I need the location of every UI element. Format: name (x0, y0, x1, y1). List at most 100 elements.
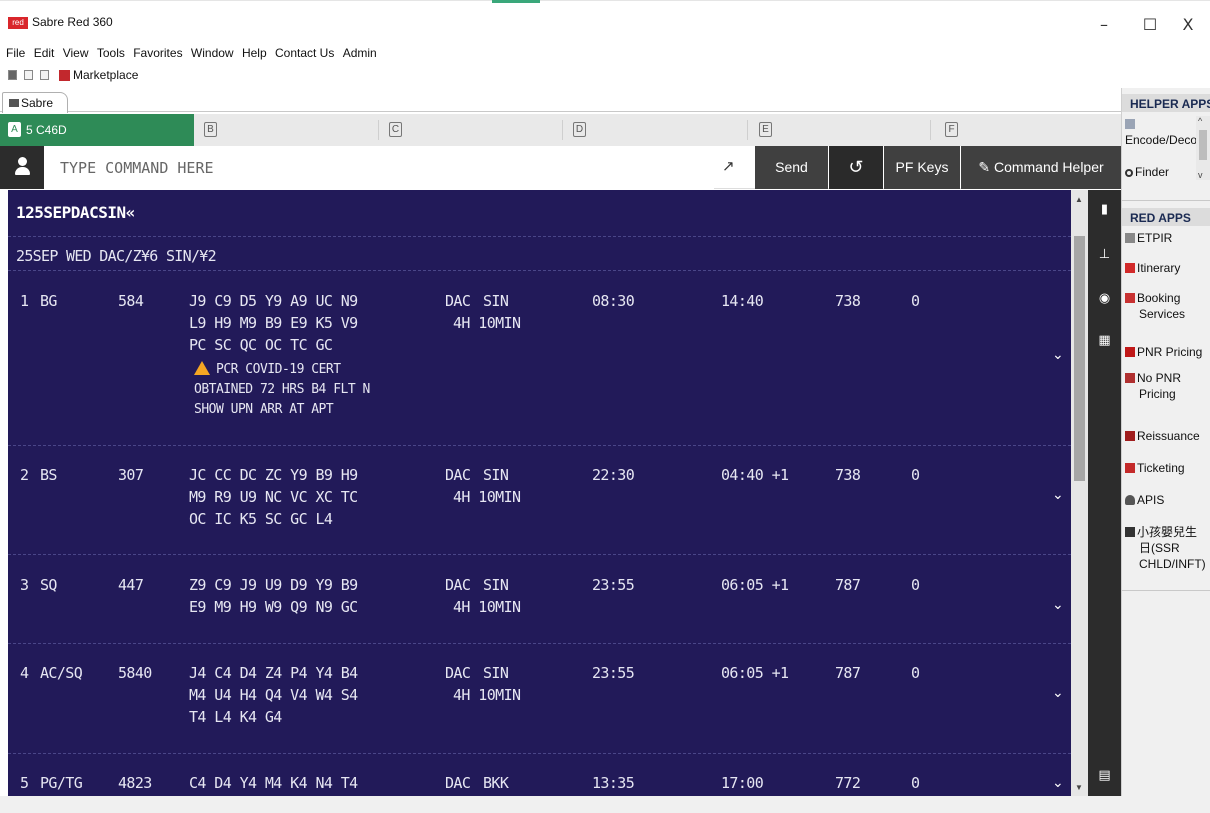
paste-icon[interactable] (40, 70, 49, 80)
window-title: Sabre Red 360 (32, 15, 113, 29)
menu-edit[interactable]: Edit (34, 46, 55, 60)
red-app-apis[interactable]: APIS (1125, 492, 1205, 508)
response-screen[interactable]: 125SEPDACSIN« 25SEP WED DAC/Z¥6 SIN/¥2 1… (8, 190, 1071, 796)
red-app-label: ETPIR (1137, 231, 1173, 245)
briefcase-icon[interactable]: ▮ (1097, 202, 1112, 217)
red-app-reissuance[interactable]: Reissuance (1125, 428, 1205, 444)
tool-rail: ▮ ⊥ ◉ ▦ ▤ (1088, 190, 1121, 796)
red-app-no-pnr-pricing[interactable]: No PNR Pricing (1125, 370, 1205, 402)
expand-chevron-icon[interactable]: ⌄ (1052, 348, 1066, 362)
id-card-icon[interactable]: ▤ (1097, 768, 1112, 783)
expand-chevron-icon[interactable]: ⌄ (1052, 686, 1066, 700)
red-app-itinerary[interactable]: Itinerary (1125, 260, 1205, 276)
menu-help[interactable]: Help (242, 46, 267, 60)
origin: DAC (445, 292, 471, 310)
pin-icon[interactable]: ⊥ (1097, 247, 1112, 262)
screen-scrollbar[interactable]: ▲ ▼ (1071, 190, 1088, 796)
helper-apps-scrollbar[interactable]: ^ v (1196, 116, 1210, 180)
red-app-etpir[interactable]: ETPIR (1125, 230, 1205, 246)
airline-code: BS (40, 466, 57, 484)
scroll-down-arrow-icon[interactable]: v (1198, 170, 1203, 180)
red-app-pnr-pricing[interactable]: PNR Pricing (1125, 344, 1205, 360)
departure-time: 13:35 (592, 774, 635, 792)
origin: DAC (445, 466, 471, 484)
line-number: 2 (20, 466, 29, 484)
destination: SIN (483, 664, 509, 682)
menu-view[interactable]: View (63, 46, 89, 60)
send-button[interactable]: Send (755, 146, 828, 189)
marketplace-link[interactable]: Marketplace (73, 68, 138, 82)
grid-icon[interactable]: ▦ (1097, 333, 1112, 348)
booking-classes: JC CC DC ZC Y9 B9 H9 (189, 466, 358, 484)
print-icon[interactable] (8, 70, 17, 80)
work-area-tab-d[interactable]: D (563, 114, 747, 146)
red-app-child-infant-birthday[interactable]: 小孩嬰兒生日(SSR CHLD/INFT) (1125, 524, 1206, 572)
user-profile-button[interactable] (0, 146, 44, 189)
red-app-ticketing[interactable]: Ticketing (1125, 460, 1205, 476)
minimize-button[interactable]: – (1081, 10, 1127, 40)
no-pnr-pricing-icon (1125, 373, 1135, 383)
helper-app-encode-decode[interactable]: Encode/Decode (1125, 116, 1210, 148)
marketplace-icon[interactable] (59, 70, 70, 81)
duration: 4H 10MIN (453, 488, 521, 506)
booking-services-icon (1125, 293, 1135, 303)
command-input[interactable] (44, 146, 714, 189)
flight-number: 4823 (118, 774, 152, 792)
scrollbar-thumb[interactable] (1074, 236, 1085, 481)
apps-panel: HELPER APPS Encode/Decode Finder ^ v RED… (1121, 88, 1210, 796)
close-button[interactable]: X (1165, 10, 1210, 40)
tab-strip: Sabre (0, 88, 1121, 113)
notice-line: SHOW UPN ARR AT APT (194, 402, 334, 417)
helper-app-finder[interactable]: Finder (1125, 164, 1205, 180)
status-bar (0, 796, 1210, 813)
person-icon (1125, 495, 1135, 505)
user-icon-body (15, 167, 30, 175)
menu-window[interactable]: Window (191, 46, 234, 60)
row-divider (8, 753, 1071, 754)
expand-chevron-icon[interactable]: ⌄ (1052, 488, 1066, 502)
menu-bar: File Edit View Tools Favorites Window He… (0, 46, 600, 64)
scrollbar-thumb[interactable] (1199, 130, 1207, 160)
booking-classes: OC IC K5 SC GC L4 (189, 510, 333, 528)
menu-tools[interactable]: Tools (97, 46, 125, 60)
top-accent (492, 0, 540, 3)
stops: 0 (911, 466, 920, 484)
pf-keys-button[interactable]: PF Keys (884, 146, 960, 189)
ticketing-icon (1125, 463, 1135, 473)
work-area-tab-f[interactable]: F (931, 114, 1121, 146)
expand-chevron-icon[interactable]: ⌄ (1052, 776, 1066, 790)
play-circle-icon[interactable]: ◉ (1097, 291, 1112, 306)
copy-icon[interactable] (24, 70, 33, 80)
work-area-tab-c[interactable]: C (379, 114, 562, 146)
red-app-label: PNR Pricing (1137, 345, 1203, 359)
popout-icon[interactable]: ↗ (722, 159, 738, 175)
scroll-up-arrow-icon[interactable]: ^ (1198, 116, 1202, 126)
menu-contact-us[interactable]: Contact Us (275, 46, 334, 60)
equipment: 787 (835, 576, 861, 594)
booking-classes: M9 R9 U9 NC VC XC TC (189, 488, 358, 506)
tab-sabre[interactable]: Sabre (2, 92, 68, 113)
equipment: 738 (835, 466, 861, 484)
line-number: 4 (20, 664, 29, 682)
work-area-tab-a[interactable]: A 5 C46D (0, 114, 194, 146)
booking-classes: T4 L4 K4 G4 (189, 708, 282, 726)
scroll-down-arrow-icon[interactable]: ▼ (1075, 783, 1083, 792)
etpir-icon (1125, 233, 1135, 243)
menu-admin[interactable]: Admin (343, 46, 377, 60)
work-area-letter: D (573, 122, 586, 137)
red-app-booking-services[interactable]: Booking Services (1125, 290, 1205, 322)
work-area-letter: F (945, 122, 958, 137)
origin: DAC (445, 576, 471, 594)
work-area-tabs: A 5 C46D B C D E F (0, 114, 1121, 146)
expand-chevron-icon[interactable]: ⌄ (1052, 598, 1066, 612)
history-button[interactable]: ↺ (829, 146, 883, 189)
notice-text: PCR COVID-19 CERT (216, 362, 341, 377)
menu-favorites[interactable]: Favorites (133, 46, 182, 60)
work-area-tab-b[interactable]: B (194, 114, 378, 146)
duration: 4H 10MIN (453, 686, 521, 704)
arrival-time: 06:05 +1 (721, 576, 789, 594)
menu-file[interactable]: File (6, 46, 25, 60)
command-helper-button[interactable]: ✎ Command Helper (961, 146, 1121, 189)
work-area-tab-e[interactable]: E (748, 114, 930, 146)
scroll-up-arrow-icon[interactable]: ▲ (1075, 195, 1083, 204)
